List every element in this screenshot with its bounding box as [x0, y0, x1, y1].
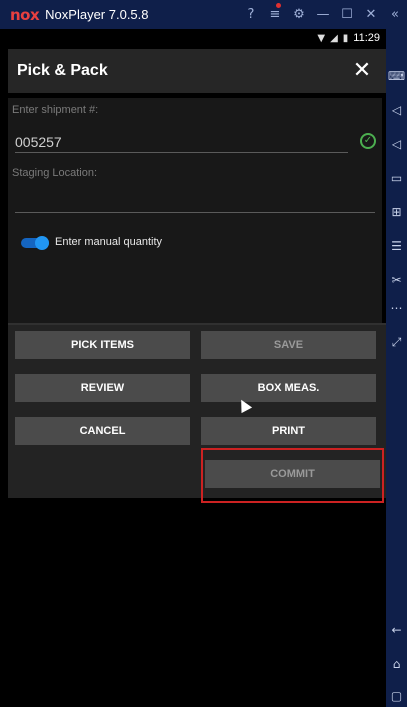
menu-icon[interactable]: ≡ — [263, 3, 287, 22]
manual-quantity-label: Enter manual quantity — [55, 236, 163, 248]
close-window-icon[interactable]: ✕ — [359, 7, 383, 22]
shipment-label: Enter shipment #: — [12, 104, 99, 116]
toggle-thumb — [35, 236, 49, 250]
cancel-button[interactable]: CANCEL — [15, 417, 190, 445]
emulator-side-toolbar: ⌨ ◁ ◁ ▭ ⊞ ☰ ✂ ⋯ ⤢ ← ⌂ ▢ — [386, 29, 407, 707]
scissors-icon[interactable]: ✂ — [386, 273, 407, 287]
status-bar: ▼ ◢ ▮ 11:29 — [8, 29, 386, 49]
wifi-icon: ▼ — [317, 32, 326, 44]
staging-input-underline — [15, 212, 375, 213]
page-title: Pick & Pack — [17, 62, 108, 79]
fullscreen-icon[interactable]: ⤢ — [386, 335, 407, 350]
phone-screen: ▼ ◢ ▮ 11:29 Pick & Pack ✕ Enter shipment… — [8, 29, 386, 707]
manual-quantity-toggle[interactable] — [21, 236, 49, 250]
recent-apps-icon[interactable]: ▢ — [386, 689, 407, 703]
screenshot-icon[interactable]: ⊞ — [386, 205, 407, 219]
close-icon[interactable]: ✕ — [347, 56, 377, 86]
keyboard-icon[interactable]: ⌨ — [386, 69, 407, 83]
pick-items-button[interactable]: PICK ITEMS — [15, 331, 190, 359]
more-icon[interactable]: ⋯ — [386, 301, 407, 315]
volume-up-icon[interactable]: ◁ — [386, 103, 407, 117]
print-button[interactable]: PRINT — [201, 417, 376, 445]
app-bar: Pick & Pack ✕ — [8, 49, 386, 93]
screen-icon[interactable]: ▭ — [386, 171, 407, 185]
volume-down-icon[interactable]: ◁ — [386, 137, 407, 151]
collapse-icon[interactable]: « — [383, 7, 407, 22]
stack-icon[interactable]: ☰ — [386, 239, 407, 253]
emulator-titlebar: nox NoxPlayer 7.0.5.8 ? ≡ ⚙ — ☐ ✕ « — [0, 0, 407, 29]
shipment-input-underline — [15, 152, 348, 153]
notification-dot — [276, 3, 281, 8]
home-icon[interactable]: ⌂ — [386, 657, 407, 671]
shipment-form: Enter shipment #: 005257 Staging Locatio… — [8, 98, 382, 346]
maximize-icon[interactable]: ☐ — [335, 7, 359, 22]
shipment-input[interactable]: 005257 — [15, 134, 62, 150]
box-meas-button[interactable]: BOX MEAS. — [201, 374, 376, 402]
nox-logo: nox — [10, 5, 40, 24]
back-icon[interactable]: ← — [386, 623, 407, 637]
check-circle-icon: ✓ — [360, 133, 376, 149]
minimize-icon[interactable]: — — [311, 7, 335, 22]
signal-icon: ◢ — [330, 32, 338, 44]
battery-icon: ▮ — [342, 32, 349, 44]
staging-input[interactable] — [15, 188, 375, 206]
review-button[interactable]: REVIEW — [15, 374, 190, 402]
settings-icon[interactable]: ⚙ — [287, 7, 311, 22]
emulator-app-name: NoxPlayer 7.0.5.8 — [45, 7, 149, 22]
staging-label: Staging Location: — [12, 167, 98, 179]
commit-highlight-box — [201, 448, 384, 503]
help-icon[interactable]: ? — [239, 7, 263, 22]
status-time: 11:29 — [353, 32, 380, 44]
save-button[interactable]: SAVE — [201, 331, 376, 359]
